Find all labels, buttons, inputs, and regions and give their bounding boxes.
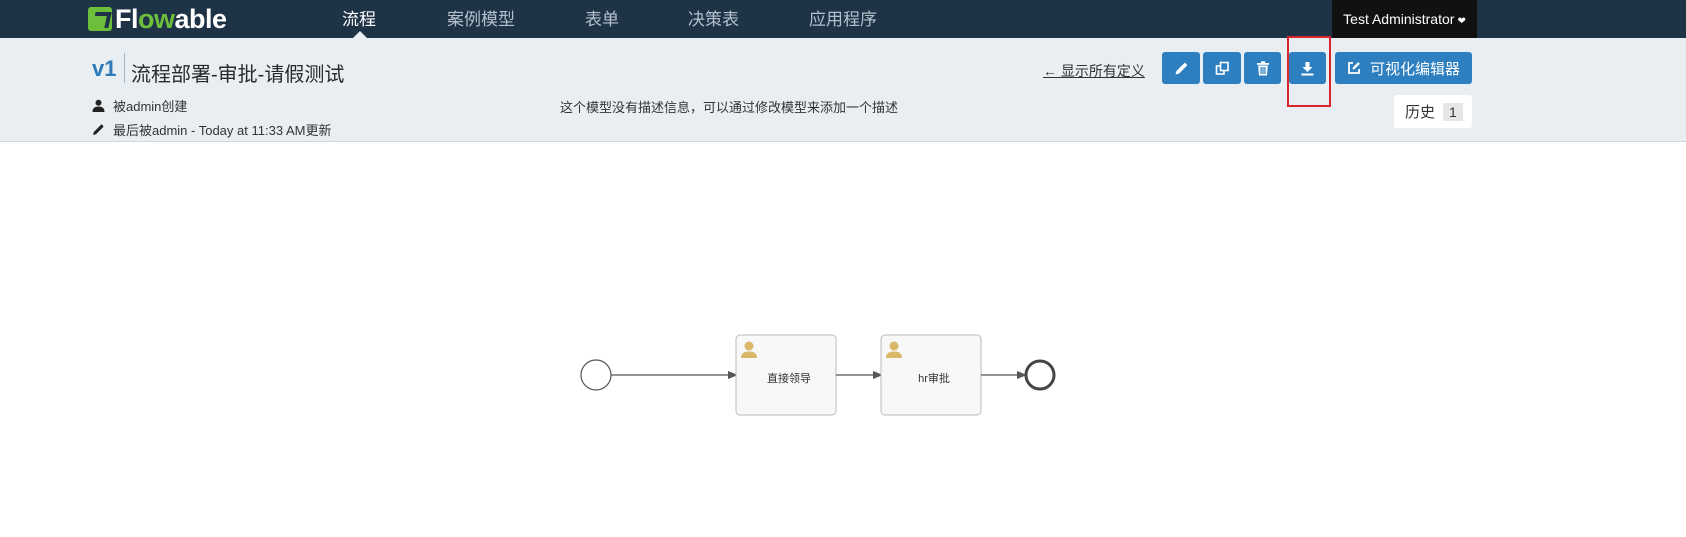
active-nav-indicator xyxy=(353,31,367,38)
updated-line: 最后被admin - Today at 11:33 AM更新 xyxy=(92,120,331,139)
history-label: 历史 xyxy=(1405,104,1436,121)
visual-editor-label: 可视化编辑器 xyxy=(1369,60,1460,78)
nav-case-models[interactable]: 案例模型 xyxy=(447,0,515,38)
flowable-logo-icon xyxy=(88,7,112,31)
nav-apps[interactable]: 应用程序 xyxy=(809,0,877,38)
created-by-text: 被admin创建 xyxy=(113,99,188,114)
pencil-icon xyxy=(93,124,104,135)
copy-icon xyxy=(1215,61,1229,75)
task-label: 直接领导 xyxy=(767,371,811,385)
edit-square-icon xyxy=(1348,62,1360,74)
edit-button[interactable] xyxy=(1162,52,1200,84)
version-badge: v1 xyxy=(92,56,117,81)
created-by-line: 被admin创建 xyxy=(92,96,187,115)
logo-text: Flowable xyxy=(115,3,227,34)
end-event[interactable] xyxy=(1024,359,1056,391)
user-menu[interactable]: Test Administrator ❤ xyxy=(1332,0,1477,38)
chevron-down-icon: ❤ xyxy=(1457,16,1466,27)
pencil-icon xyxy=(1175,62,1187,74)
show-all-definitions-link[interactable]: ← 显示所有定义 xyxy=(1043,61,1145,81)
user-icon xyxy=(92,99,105,112)
model-description: 这个模型没有描述信息，可以通过修改模型来添加一个描述 xyxy=(560,100,899,115)
nav-decision-tables[interactable]: 决策表 xyxy=(688,0,739,38)
user-task[interactable]: hr审批 xyxy=(880,334,982,416)
page-title: 流程部署-审批-请假测试 xyxy=(131,64,345,86)
user-task[interactable]: 直接领导 xyxy=(735,334,837,416)
export-highlight-annotation xyxy=(1287,36,1331,107)
nav-forms[interactable]: 表单 xyxy=(585,0,619,38)
task-label: hr审批 xyxy=(918,371,950,385)
history-count-badge: 1 xyxy=(1443,102,1463,121)
top-navbar: Flowable 流程 案例模型 表单 决策表 应用程序 Test Admini… xyxy=(0,0,1686,38)
delete-button[interactable] xyxy=(1244,52,1281,84)
title-divider xyxy=(124,53,125,83)
user-name: Test Administrator xyxy=(1343,11,1455,27)
copy-button[interactable] xyxy=(1203,52,1241,84)
history-button[interactable]: 历史 1 xyxy=(1394,95,1472,128)
visual-editor-button[interactable]: 可视化编辑器 xyxy=(1335,52,1472,84)
updated-text: 最后被admin - Today at 11:33 AM更新 xyxy=(113,123,332,138)
trash-icon xyxy=(1256,60,1269,75)
flowable-logo[interactable]: Flowable xyxy=(88,3,227,34)
start-event[interactable] xyxy=(580,359,612,391)
